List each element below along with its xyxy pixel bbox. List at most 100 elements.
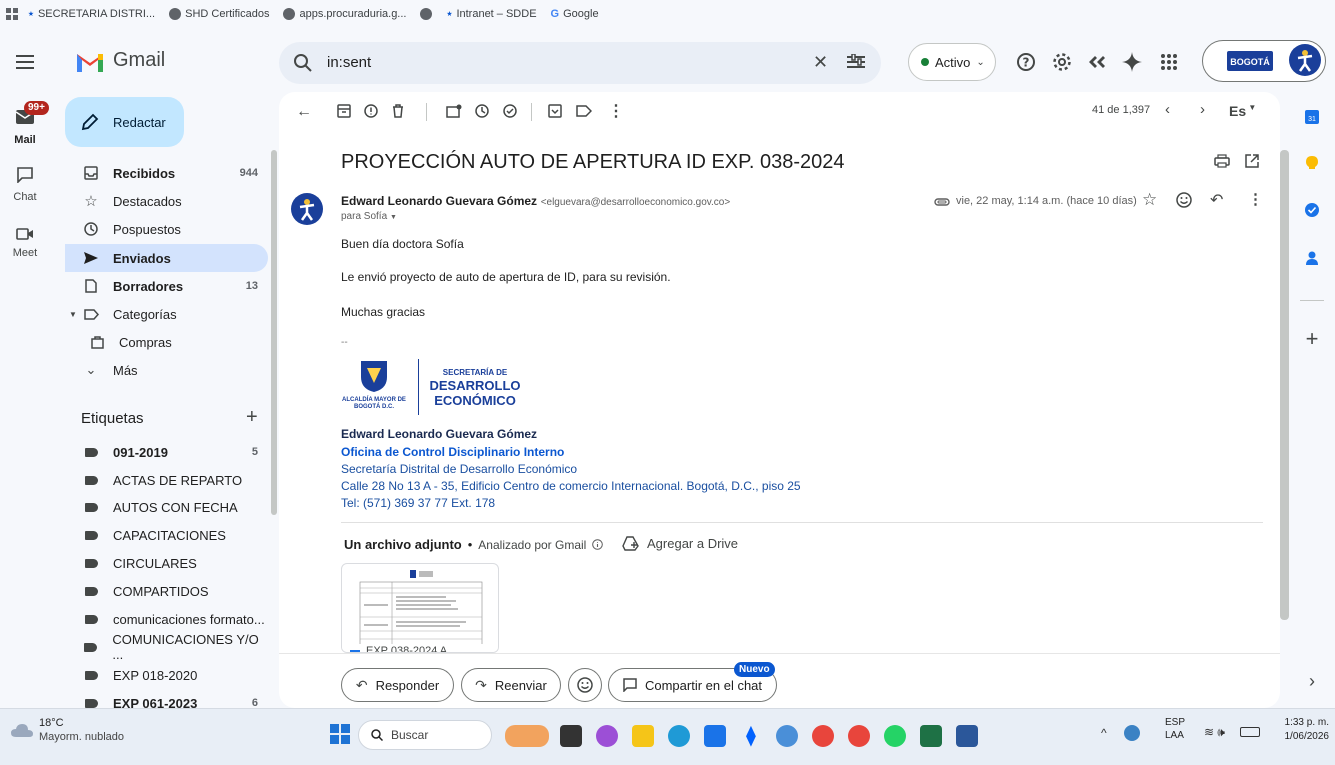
search-input[interactable]: in:sent bbox=[327, 54, 371, 71]
bookmark-shd[interactable]: SHD Certificados bbox=[169, 8, 269, 20]
weather-temp[interactable]: 18°C bbox=[39, 717, 64, 729]
delete-icon[interactable] bbox=[392, 104, 404, 118]
nav-scrollbar[interactable] bbox=[271, 150, 277, 515]
bookmark-procuraduria[interactable]: apps.procuraduria.g... bbox=[283, 8, 406, 20]
main-menu-icon[interactable] bbox=[13, 50, 37, 74]
tray-chevron-icon[interactable]: ^ bbox=[1101, 726, 1107, 740]
bookmark-intranet[interactable]: ⭑ Intranet – SDDE bbox=[446, 8, 536, 21]
task-view-icon[interactable] bbox=[560, 725, 582, 747]
tasks-icon[interactable] bbox=[1295, 193, 1329, 227]
clear-search-icon[interactable]: ✕ bbox=[813, 52, 828, 73]
info-icon[interactable] bbox=[592, 539, 604, 550]
calendar-icon[interactable]: 31 bbox=[1295, 100, 1329, 134]
keep-icon[interactable] bbox=[1295, 146, 1329, 180]
input-tools-button[interactable]: Es ▼ bbox=[1229, 103, 1256, 119]
bookmark-globe[interactable] bbox=[420, 8, 433, 20]
open-new-window-icon[interactable] bbox=[1245, 154, 1259, 168]
lang-line[interactable]: ESP bbox=[1165, 717, 1185, 728]
emoji-reaction-icon[interactable] bbox=[1176, 192, 1192, 208]
older-chevron-icon[interactable]: › bbox=[1200, 101, 1205, 118]
sender-name[interactable]: Edward Leonardo Guevara Gómez bbox=[341, 194, 537, 208]
rail-meet-label[interactable]: Meet bbox=[0, 247, 50, 259]
battery-icon[interactable] bbox=[1240, 727, 1260, 737]
rail-mail-label[interactable]: Mail bbox=[0, 134, 50, 146]
label-item[interactable]: CAPACITACIONES bbox=[65, 521, 268, 549]
nav-item-categories[interactable]: ▼ Categorías bbox=[65, 300, 268, 328]
chat-icon[interactable] bbox=[17, 167, 33, 183]
meet-icon[interactable] bbox=[16, 227, 34, 241]
add-task-icon[interactable] bbox=[503, 104, 519, 118]
add-label-icon[interactable]: + bbox=[246, 406, 258, 429]
weather-desc[interactable]: Mayorm. nublado bbox=[39, 731, 124, 743]
more-options-icon[interactable]: ⋮ bbox=[608, 101, 624, 121]
bookmark-google[interactable]: G Google bbox=[551, 8, 599, 20]
nav-item-inbox[interactable]: Recibidos 944 bbox=[65, 159, 268, 187]
app-icon[interactable] bbox=[776, 725, 798, 747]
clock-date[interactable]: 1/06/2026 bbox=[1273, 731, 1330, 742]
help-icon[interactable]: ? bbox=[1014, 50, 1038, 74]
reply-button[interactable]: ↶ Responder bbox=[341, 668, 454, 702]
nav-item-drafts[interactable]: Borradores 13 bbox=[65, 272, 268, 300]
nav-item-snoozed[interactable]: Pospuestos bbox=[65, 215, 268, 243]
account-pill[interactable]: BOGOTÁ bbox=[1202, 40, 1326, 82]
search-bar[interactable]: in:sent ✕ bbox=[279, 42, 881, 84]
chrome-icon[interactable] bbox=[812, 725, 834, 747]
attachment-card[interactable]: ▬ EXP 038-2024 A... bbox=[341, 563, 499, 653]
move-to-icon[interactable] bbox=[548, 104, 562, 118]
addons-icon[interactable] bbox=[1085, 50, 1109, 74]
label-item[interactable]: COMPARTIDOS bbox=[65, 577, 268, 605]
report-spam-icon[interactable] bbox=[364, 104, 378, 118]
label-item[interactable]: comunicaciones formato... bbox=[65, 605, 268, 633]
compose-button[interactable]: Redactar bbox=[65, 97, 184, 147]
tray-app-icon[interactable] bbox=[1124, 725, 1140, 741]
label-as-icon[interactable] bbox=[576, 105, 592, 117]
label-item[interactable]: AUTOS CON FECHA bbox=[65, 493, 268, 521]
rail-chat-label[interactable]: Chat bbox=[0, 191, 50, 203]
main-scrollbar[interactable] bbox=[1280, 150, 1289, 620]
emoji-reply-button[interactable] bbox=[568, 668, 602, 702]
settings-icon[interactable] bbox=[1050, 50, 1074, 74]
avatar[interactable] bbox=[1289, 44, 1321, 76]
sender-avatar[interactable] bbox=[291, 193, 323, 225]
taskbar-search[interactable]: Buscar bbox=[358, 720, 492, 750]
star-icon[interactable]: ☆ bbox=[1142, 190, 1157, 210]
add-addon-icon[interactable]: + bbox=[1295, 322, 1329, 356]
message-more-icon[interactable]: ⋮ bbox=[1248, 190, 1263, 208]
nav-item-more[interactable]: ⌄ Más bbox=[65, 356, 268, 384]
edge-icon[interactable] bbox=[668, 725, 690, 747]
label-item[interactable]: ACTAS DE REPARTO bbox=[65, 466, 268, 494]
label-item[interactable]: 091-2019 5 bbox=[65, 438, 268, 466]
wifi-volume-icons[interactable]: ≋ 🕪 bbox=[1204, 725, 1225, 740]
apps-grid-icon[interactable] bbox=[6, 8, 18, 20]
gemini-icon[interactable] bbox=[1120, 50, 1144, 74]
expand-side-panel-icon[interactable]: › bbox=[1295, 664, 1329, 698]
label-item[interactable]: COMUNICACIONES Y/O ... bbox=[65, 632, 268, 662]
search-options-icon[interactable] bbox=[847, 54, 865, 70]
gmail-logo[interactable]: Gmail bbox=[75, 49, 165, 72]
store-icon[interactable] bbox=[704, 725, 726, 747]
windows-start-icon[interactable] bbox=[330, 724, 350, 744]
label-item[interactable]: EXP 018-2020 bbox=[65, 661, 268, 689]
status-dropdown[interactable]: Activo ⌄ bbox=[908, 43, 996, 81]
back-arrow-icon[interactable]: ← bbox=[296, 103, 312, 121]
newer-chevron-icon[interactable]: ‹ bbox=[1165, 101, 1170, 118]
bookmark-secretaria[interactable]: ⭑ SECRETARIA DISTRI... bbox=[28, 8, 155, 21]
word-icon[interactable] bbox=[956, 725, 978, 747]
snooze-icon[interactable] bbox=[475, 104, 489, 118]
contacts-icon[interactable] bbox=[1295, 241, 1329, 275]
excel-icon[interactable] bbox=[920, 725, 942, 747]
print-icon[interactable] bbox=[1214, 154, 1230, 168]
label-item[interactable]: CIRCULARES bbox=[65, 549, 268, 577]
clock-time[interactable]: 1:33 p. m. bbox=[1273, 717, 1329, 728]
mark-unread-icon[interactable] bbox=[446, 104, 462, 118]
nav-item-sent[interactable]: Enviados bbox=[65, 244, 268, 272]
nav-item-purchases[interactable]: Compras bbox=[65, 328, 268, 356]
whatsapp-icon[interactable] bbox=[884, 725, 906, 747]
copilot-icon[interactable] bbox=[596, 725, 618, 747]
chrome-profile-icon[interactable] bbox=[848, 725, 870, 747]
recipients-dropdown[interactable]: para Sofía ▼ bbox=[341, 211, 397, 222]
add-to-drive-button[interactable]: Agregar a Drive bbox=[622, 536, 738, 551]
reply-icon[interactable]: ↶ bbox=[1210, 190, 1223, 210]
nav-item-starred[interactable]: ☆ Destacados bbox=[65, 187, 268, 215]
file-explorer-icon[interactable] bbox=[632, 725, 654, 747]
